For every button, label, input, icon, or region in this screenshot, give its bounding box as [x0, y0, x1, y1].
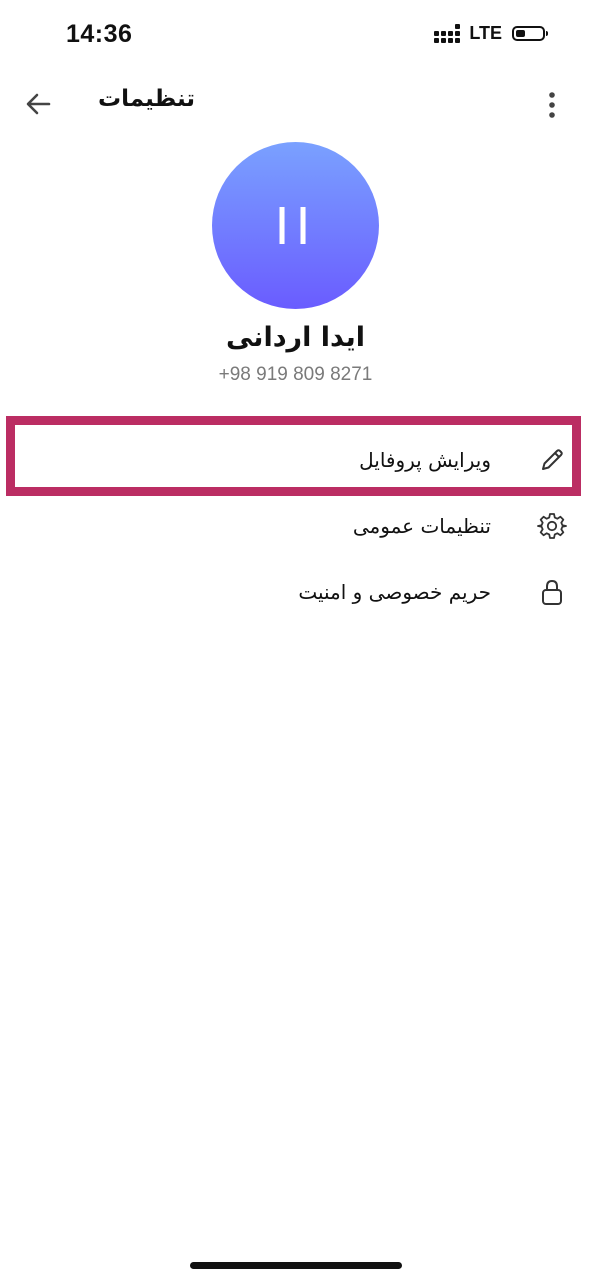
avatar-initials: II — [274, 195, 317, 256]
menu-item-edit-profile[interactable]: ویرایش پروفایل — [0, 428, 591, 492]
page-title: تنظیمات — [98, 86, 195, 112]
menu-item-privacy-security[interactable]: حریم خصوصی و امنیت — [0, 560, 591, 624]
profile-phone: +98 919 809 8271 — [218, 364, 373, 385]
network-type: LTE — [469, 23, 502, 43]
menu-item-label: تنظیمات عمومی — [352, 514, 491, 538]
top-app-bar: تنظیمات — [0, 80, 591, 130]
battery-level — [516, 30, 525, 37]
back-button[interactable] — [22, 87, 56, 121]
menu-item-label: حریم خصوصی و امنیت — [298, 580, 491, 604]
lock-icon — [542, 579, 562, 605]
more-options-button[interactable] — [539, 90, 565, 120]
gear-icon — [537, 513, 567, 539]
signal-icon — [434, 24, 461, 43]
avatar[interactable]: II — [212, 142, 379, 309]
status-time: 14:36 — [66, 20, 133, 48]
status-bar: 14:36 LTE — [0, 0, 591, 70]
status-indicators: LTE — [434, 23, 548, 44]
more-vertical-icon — [549, 92, 555, 118]
menu-item-label: ویرایش پروفایل — [359, 448, 491, 472]
menu-item-general-settings[interactable]: تنظیمات عمومی — [0, 494, 591, 558]
profile-name: ایدا اردانی — [225, 322, 365, 353]
battery-icon — [512, 26, 548, 41]
pencil-icon — [542, 449, 563, 470]
home-indicator[interactable] — [190, 1262, 402, 1269]
arrow-left-icon — [26, 93, 51, 115]
